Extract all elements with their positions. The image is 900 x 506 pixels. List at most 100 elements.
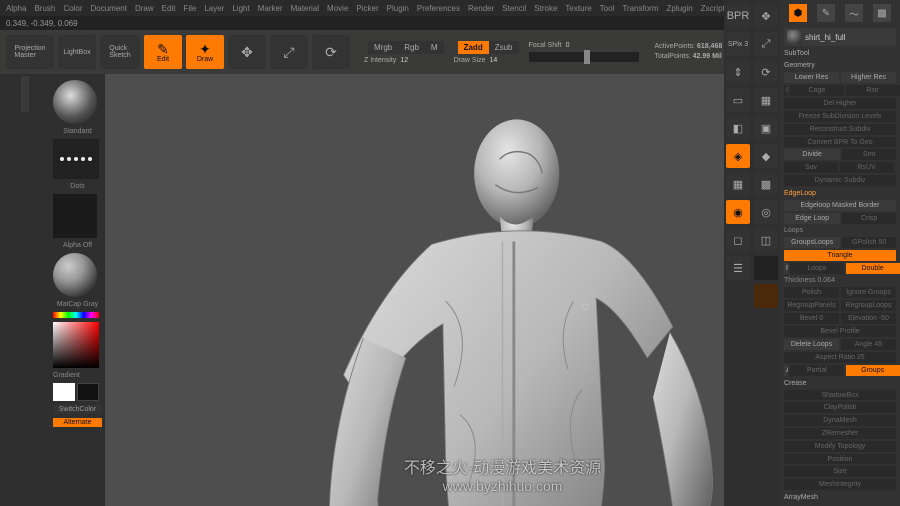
partial-toggle[interactable]: Partial [790, 365, 844, 376]
rotate-button[interactable]: ⟳ [312, 35, 350, 69]
grid-toggle[interactable]: ▦ [754, 88, 778, 112]
stroke-thumbnail[interactable] [53, 139, 99, 179]
groups-toggle[interactable]: Groups [846, 365, 900, 376]
zsub-button[interactable]: Zsub [489, 41, 519, 54]
tool-tab-icon[interactable]: ⬢ [789, 4, 807, 22]
dynamic-subdiv-button[interactable]: Dynamic Subdiv [784, 175, 896, 186]
menu-item[interactable]: Material [291, 4, 319, 13]
delete-loops-button[interactable]: Delete Loops [784, 339, 839, 350]
menu-item[interactable]: Zscript [701, 4, 725, 13]
edgeloop-header[interactable]: EdgeLoop [784, 188, 896, 198]
projection-master-button[interactable]: Projection Master [6, 35, 54, 69]
foreground-swatch[interactable] [53, 383, 75, 401]
align-loops-button[interactable]: Align Loops [784, 365, 788, 376]
menu-item[interactable]: Preferences [417, 4, 460, 13]
actual-button[interactable]: ▭ [726, 88, 750, 112]
bpr-button[interactable]: BPR [726, 4, 750, 28]
floor-button[interactable]: ▦ [726, 172, 750, 196]
scale-nav-button[interactable]: ⤢ [754, 32, 778, 56]
background-swatch[interactable] [77, 383, 99, 401]
persp-button[interactable]: ◈ [726, 144, 750, 168]
bevel-profile-button[interactable]: Bevel Profile [784, 326, 896, 337]
m-button[interactable]: M [425, 41, 444, 54]
current-subtool[interactable]: shirt_hi_full [784, 28, 896, 46]
brush-tab-icon[interactable]: ✎ [817, 4, 835, 22]
menu-item[interactable]: Movie [327, 4, 348, 13]
menu-item[interactable]: Transform [622, 4, 658, 13]
scroll-button[interactable]: ⇕ [726, 60, 750, 84]
hue-slider[interactable] [53, 312, 99, 318]
draw-polyframe[interactable]: ▩ [754, 172, 778, 196]
regroup-loops-button[interactable]: RegroupLoops [841, 300, 896, 311]
triangle-toggle[interactable]: Triangle [784, 250, 896, 261]
lightbox-button[interactable]: LightBox [58, 35, 96, 69]
aahalf-button[interactable]: ◧ [726, 116, 750, 140]
subtool-header[interactable]: SubTool [784, 48, 896, 58]
mrgb-button[interactable]: Mrgb [368, 41, 398, 54]
move-button[interactable]: ✥ [228, 35, 266, 69]
menu-item[interactable]: Brush [34, 4, 55, 13]
menu-item[interactable]: Document [91, 4, 127, 13]
move-nav-button[interactable]: ✥ [754, 4, 778, 28]
solo-toggle[interactable]: ◎ [754, 200, 778, 224]
persp-toggle[interactable]: ◆ [754, 144, 778, 168]
del-lower-button[interactable]: Del Lower [784, 85, 788, 96]
xpose-button[interactable]: ☰ [726, 256, 750, 280]
menu-item[interactable]: File [183, 4, 196, 13]
divider-icon[interactable] [21, 76, 29, 112]
zremesher-section[interactable]: ZRemesher [784, 428, 896, 439]
brush-thumbnail[interactable] [53, 80, 97, 124]
regroup-panels-button[interactable]: RegroupPanels [784, 300, 839, 311]
edgeloop-masked-button[interactable]: Edgeloop Masked Border [784, 200, 896, 211]
alpha-thumbnail[interactable] [53, 194, 97, 238]
menu-item[interactable]: Zplugin [666, 4, 692, 13]
rgb-button[interactable]: Rgb [398, 41, 425, 54]
geometry-header[interactable]: Geometry [784, 60, 896, 70]
menu-item[interactable]: Edit [162, 4, 176, 13]
edit-mode-button[interactable]: ✎ Edit [144, 35, 182, 69]
texture-tab-icon[interactable]: ▩ [873, 4, 891, 22]
gpolish-slider[interactable]: GPolish 50 [842, 237, 896, 248]
zintensity-value[interactable]: 12 [400, 57, 408, 64]
rsuv-button[interactable]: RsUV [840, 162, 894, 173]
claypolish-section[interactable]: ClayPolish [784, 402, 896, 413]
reconstruct-button[interactable]: Reconstruct Subdiv [784, 124, 896, 135]
groups-loops-button[interactable]: GroupsLoops [784, 237, 840, 248]
menu-item[interactable]: Tool [600, 4, 615, 13]
menu-item[interactable]: Plugin [387, 4, 409, 13]
freeze-subdiv-button[interactable]: Freeze SubDivision Levels [784, 111, 896, 122]
cage-button[interactable]: Cage [790, 85, 844, 96]
spix-button[interactable]: SPix 3 [726, 32, 750, 56]
polish-slider[interactable]: Polish [784, 287, 839, 298]
modify-topology-section[interactable]: Modify Topology [784, 441, 896, 452]
material-swatch[interactable] [754, 284, 778, 308]
arraymesh-header[interactable]: ArrayMesh [784, 492, 896, 502]
menu-item[interactable]: Color [63, 4, 82, 13]
local-button[interactable]: ◉ [726, 200, 750, 224]
focal-slider[interactable] [529, 52, 639, 62]
menu-item[interactable]: Alpha [6, 4, 26, 13]
angle-slider[interactable]: Angle 45 [841, 339, 896, 350]
frame-button[interactable]: ◻ [726, 228, 750, 252]
focal-value[interactable]: 0 [566, 42, 570, 49]
frame-toggle[interactable]: ▣ [754, 116, 778, 140]
elevation-slider[interactable]: Elevation -50 [841, 313, 896, 324]
menu-item[interactable]: Stencil [502, 4, 526, 13]
draw-mode-button[interactable]: ✦ Draw [186, 35, 224, 69]
edge-loop-button[interactable]: Edge Loop [784, 213, 840, 224]
texture-swatch[interactable] [754, 256, 778, 280]
suv-button[interactable]: Suv [784, 162, 838, 173]
position-section[interactable]: Position [784, 454, 896, 465]
ignore-groups-toggle[interactable]: Ignore Groups [841, 287, 896, 298]
aspect-ratio-slider[interactable]: Aspect Ratio 25 [784, 352, 896, 363]
menu-item[interactable]: Draw [135, 4, 154, 13]
menu-item[interactable]: Picker [356, 4, 378, 13]
convert-bpr-button[interactable]: Convert BPR To Geo [784, 137, 896, 148]
stroke-tab-icon[interactable]: ～ [845, 4, 863, 22]
double-toggle[interactable]: Double [846, 263, 900, 274]
rotate-nav-button[interactable]: ⟳ [754, 60, 778, 84]
dynamesh-section[interactable]: DynaMesh [784, 415, 896, 426]
crisp-button[interactable]: Crisp [842, 213, 896, 224]
menu-item[interactable]: Render [468, 4, 494, 13]
rstr-button[interactable]: Rstr [846, 85, 900, 96]
